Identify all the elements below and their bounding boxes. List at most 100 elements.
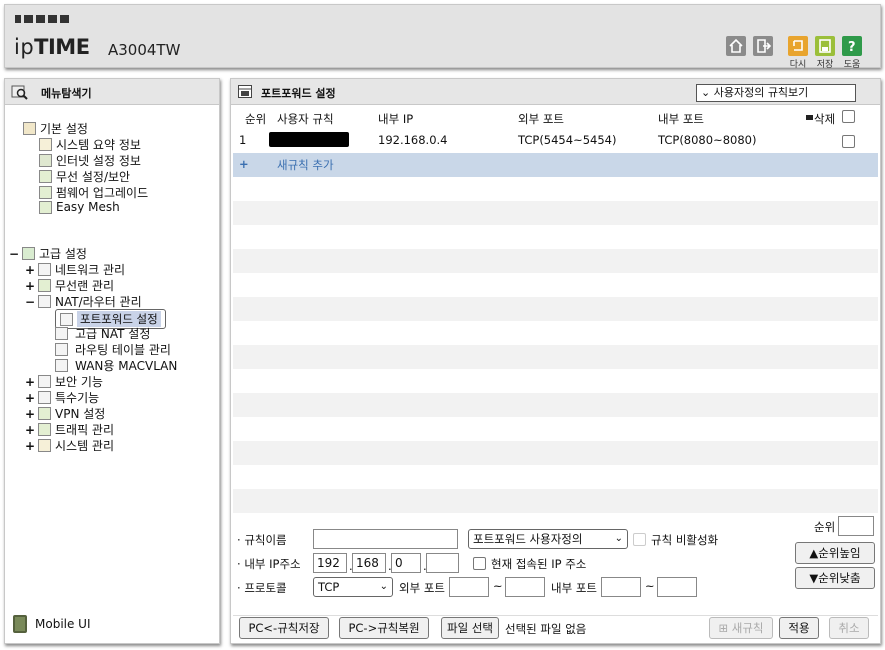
preset-select[interactable]: 포트포워드 사용자정의 ⌄ — [468, 529, 628, 549]
select-all-checkbox[interactable] — [842, 110, 855, 123]
sidebar-item-firmware-upgrade[interactable]: 펌웨어 업그레이드 — [39, 184, 148, 201]
collapse-icon[interactable]: − — [25, 295, 35, 309]
mesh-icon — [39, 200, 52, 214]
ext-port-start-input[interactable] — [449, 577, 489, 597]
ext-port-tilde: ~ — [493, 579, 503, 593]
folder-settings-icon — [23, 122, 36, 135]
sidebar-item-label: 시스템 요약 정보 — [56, 138, 141, 152]
order-input[interactable] — [838, 516, 874, 536]
sidebar-item-traffic[interactable]: + 트래픽 관리 — [25, 421, 114, 438]
sidebar-item-wan-macvlan[interactable]: WAN용 MACVLAN — [55, 357, 177, 374]
svg-text:?: ? — [848, 40, 856, 55]
expand-icon[interactable]: + — [25, 375, 35, 389]
tree-advanced-settings[interactable]: − 고급 설정 — [9, 245, 87, 262]
expand-icon[interactable]: + — [25, 439, 35, 453]
sidebar-item-network[interactable]: + 네트워크 관리 — [25, 261, 125, 278]
order-down-button[interactable]: ▼순위낮춤 — [795, 567, 875, 589]
table-row[interactable]: 1 192.168.0.4 TCP(5454~5454) TCP(8080~80… — [233, 129, 878, 153]
current-ip-checkbox[interactable] — [473, 557, 486, 570]
sidebar-item-label: 무선랜 관리 — [55, 279, 115, 293]
row-external-port: TCP(5454~5454) — [518, 133, 617, 147]
int-port-end-input[interactable] — [657, 577, 697, 597]
chevron-down-icon: ⌄ — [614, 533, 623, 544]
ext-port-label: 외부 포트 — [399, 581, 445, 595]
traffic-icon — [38, 423, 51, 436]
add-rule-link[interactable]: 새규칙 추가 — [277, 157, 334, 173]
sidebar-item-wireless-security[interactable]: 무선 설정/보안 — [39, 168, 130, 185]
minus-icon — [806, 115, 813, 120]
sidebar-item-system-summary[interactable]: 시스템 요약 정보 — [39, 136, 141, 153]
sidebar-item-vpn[interactable]: + VPN 설정 — [25, 405, 105, 422]
sidebar-item-label: 네트워크 관리 — [55, 263, 126, 277]
home-icon[interactable] — [726, 36, 746, 56]
mobile-ui-label: Mobile UI — [35, 617, 91, 631]
sidebar-item-system[interactable]: + 시스템 관리 — [25, 437, 114, 454]
wireless-icon — [39, 170, 52, 183]
save-label: 저장 — [816, 60, 834, 70]
chevron-down-icon: ⌄ — [701, 86, 714, 99]
ip-octet-1[interactable]: 192 — [313, 553, 347, 573]
table-header: 순위 사용자 규칙 내부 IP 외부 포트 내부 포트 삭제 — [233, 107, 878, 129]
restore-from-pc-button[interactable]: PC->규칙복원 — [339, 617, 429, 639]
file-select-button[interactable]: 파일 선택 — [441, 617, 499, 639]
disable-rule-label: 규칙 비활성화 — [651, 533, 719, 547]
col-internal-port: 내부 포트 — [658, 112, 704, 126]
ip-octet-4[interactable] — [426, 553, 459, 573]
sidebar-item-advanced-nat[interactable]: 고급 NAT 설정 — [55, 325, 150, 342]
expand-icon[interactable]: + — [25, 263, 35, 277]
save-to-pc-button[interactable]: PC<-규칙저장 — [239, 617, 329, 639]
apply-button[interactable]: 적용 — [779, 617, 819, 639]
port-forward-panel: 포트포워드 설정 ⌄ 사용자정의 규칙보기 순위 사용자 규칙 내부 IP 외부… — [230, 78, 881, 644]
rule-view-select[interactable]: ⌄ 사용자정의 규칙보기 — [696, 84, 856, 102]
sidebar-item-wlan[interactable]: + 무선랜 관리 — [25, 277, 114, 294]
sidebar-item-label: 트래픽 관리 — [55, 423, 115, 437]
logout-icon[interactable] — [753, 36, 773, 56]
network-icon — [38, 263, 51, 276]
tree-basic-settings-label: 기본 설정 — [40, 122, 88, 136]
help-icon[interactable]: ? — [842, 36, 862, 56]
empty-row — [233, 489, 878, 513]
int-port-start-input[interactable] — [601, 577, 641, 597]
expand-icon[interactable]: + — [25, 279, 35, 293]
col-internal-ip: 내부 IP — [378, 112, 414, 126]
iptime-logo: ipTIME — [14, 35, 90, 59]
chart-icon — [39, 138, 52, 151]
empty-row — [233, 345, 878, 369]
sidebar-item-routing-table[interactable]: 라우팅 테이블 관리 — [55, 341, 171, 358]
upgrade-icon — [39, 186, 52, 199]
disable-rule-checkbox[interactable] — [633, 533, 646, 546]
ext-port-end-input[interactable] — [505, 577, 545, 597]
vpn-icon — [38, 407, 51, 420]
col-external-port: 외부 포트 — [518, 112, 564, 126]
sidebar-item-internet-info[interactable]: 인터넷 설정 정보 — [39, 152, 141, 169]
expand-icon[interactable]: + — [25, 407, 35, 421]
int-port-label: 내부 포트 — [551, 581, 597, 595]
protocol-select[interactable]: TCP ⌄ — [313, 577, 393, 597]
tree-basic-settings[interactable]: 기본 설정 — [23, 120, 88, 137]
lock-icon — [38, 375, 51, 388]
collapse-icon[interactable]: − — [9, 247, 19, 261]
expand-icon[interactable]: + — [25, 423, 35, 437]
current-ip-label: 현재 접속된 IP 주소 — [491, 557, 587, 571]
expand-icon[interactable]: + — [25, 391, 35, 405]
sidebar-item-nat-router[interactable]: − NAT/라우터 관리 — [25, 293, 142, 310]
order-up-button[interactable]: ▲순위높임 — [795, 542, 875, 564]
cancel-button[interactable]: 취소 — [829, 617, 869, 639]
ip-octet-3[interactable]: 0 — [391, 553, 421, 573]
ip-octet-2[interactable]: 168 — [352, 553, 386, 573]
add-rule-row[interactable]: + 새규칙 추가 — [233, 153, 878, 177]
save-icon[interactable] — [815, 36, 835, 56]
refresh-icon[interactable] — [788, 36, 808, 56]
sidebar-item-special[interactable]: + 특수기능 — [25, 389, 99, 406]
new-rule-button[interactable]: ⊞ 새규칙 — [709, 617, 773, 639]
col-delete: 삭제 — [814, 112, 836, 126]
mobile-ui-link[interactable]: Mobile UI — [13, 615, 91, 633]
logo-dots — [15, 15, 69, 23]
chart-icon — [38, 439, 51, 452]
sidebar-item-security[interactable]: + 보안 기능 — [25, 373, 103, 390]
empty-row — [233, 297, 878, 321]
row-delete-checkbox[interactable] — [842, 135, 855, 148]
sidebar-item-easy-mesh[interactable]: Easy Mesh — [39, 200, 120, 214]
rule-name-input[interactable] — [313, 529, 458, 549]
page-icon — [60, 312, 73, 326]
